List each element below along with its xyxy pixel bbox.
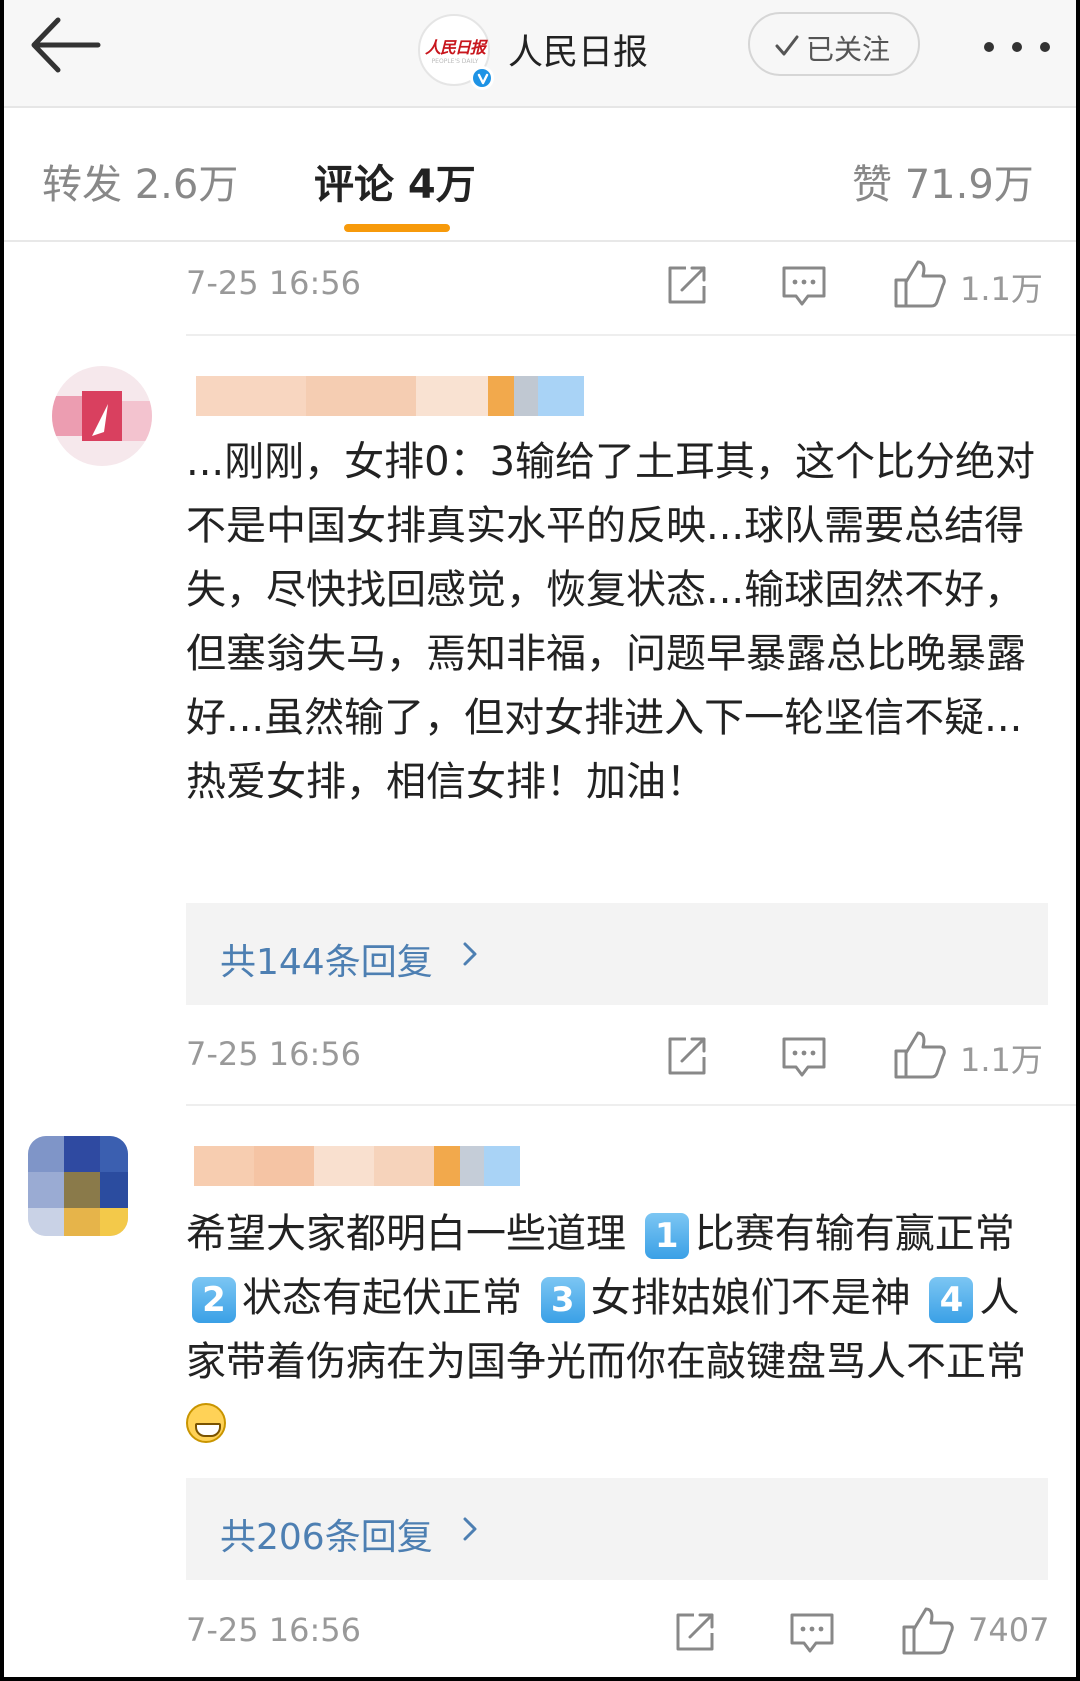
account-avatar[interactable]: 人民日报 PEOPLE'S DAILY: [418, 14, 494, 90]
logo-subtext: PEOPLE'S DAILY: [431, 58, 479, 65]
comment-time: 7-25 16:56: [186, 1611, 362, 1649]
comment-icon: [782, 1037, 826, 1077]
like-count: 1.1万: [960, 270, 1043, 308]
comment-meta-row: 7-25 16:56 1.1万: [4, 256, 1076, 316]
comment-button[interactable]: [788, 1611, 836, 1655]
like-count: 1.1万: [960, 1041, 1043, 1079]
comment-time: 7-25 16:56: [186, 1035, 362, 1073]
like-button[interactable]: [892, 1029, 948, 1081]
number-3-emoji: 3: [540, 1277, 585, 1323]
follow-button[interactable]: 已关注: [748, 12, 920, 76]
like-icon: [902, 1607, 954, 1655]
comment-text: 希望大家都明白一些道理 1 比赛有输有赢正常 2 状态有起伏正常 3 女排姑娘们不是神…: [186, 1202, 1046, 1462]
checkmark-icon: [775, 35, 799, 56]
active-tab-indicator: [344, 224, 450, 232]
tab-bar: 转发 2.6万 评论 4万 赞 71.9万: [4, 110, 1076, 242]
more-button[interactable]: [976, 28, 1056, 64]
comment-text-part: 比赛有输有赢正常: [694, 1211, 1015, 1257]
grinning-face-icon: [186, 1403, 226, 1443]
back-button[interactable]: [26, 14, 106, 78]
comment-meta-row: 7-25 16:56 1.1万: [4, 1027, 1076, 1087]
comment-time: 7-25 16:56: [186, 264, 362, 302]
commenter-name-blurred[interactable]: [194, 1146, 520, 1186]
comment-icon: [782, 266, 826, 306]
share-icon: [668, 1037, 706, 1075]
tab-comments[interactable]: 评论 4万: [314, 152, 476, 210]
comment-button[interactable]: [780, 1035, 828, 1079]
like-icon: [894, 260, 946, 308]
comment-text-part: 希望大家都明白一些道理: [186, 1211, 626, 1257]
number-4-emoji: 4: [929, 1277, 974, 1323]
app-screen: 人民日报 PEOPLE'S DAILY 人民日报 已关注 转发 2.6万 评论 …: [4, 0, 1076, 1677]
top-bar: 人民日报 PEOPLE'S DAILY 人民日报 已关注: [4, 0, 1076, 108]
number-1-emoji: 1: [644, 1213, 689, 1259]
chevron-right-icon: [463, 1517, 477, 1541]
share-icon: [668, 266, 706, 304]
comment-text: ...刚刚，女排0：3输给了土耳其，这个比分绝对不是中国女排真实水平的反映...…: [186, 439, 1036, 805]
comment-divider: [186, 334, 1076, 336]
commenter-avatar[interactable]: [28, 1136, 128, 1236]
tab-repost[interactable]: 转发 2.6万: [42, 152, 238, 210]
share-icon: [676, 1613, 714, 1651]
reply-count: 共206条回复: [220, 1517, 433, 1558]
follow-label: 已关注: [806, 33, 891, 66]
view-replies-button[interactable]: 共206条回复: [186, 1478, 1048, 1580]
reply-count: 共144条回复: [220, 942, 433, 983]
comment-meta-row: 7-25 16:56 7407: [4, 1603, 1076, 1663]
share-button[interactable]: [664, 1033, 710, 1079]
like-icon: [894, 1031, 946, 1079]
comment-button[interactable]: [780, 264, 828, 308]
comment-text-part: 女排姑娘们不是神: [590, 1275, 911, 1321]
commenter-avatar[interactable]: [52, 366, 152, 466]
back-arrow-icon: [31, 17, 101, 73]
logo-text: 人民日报: [424, 38, 486, 57]
comment-text-part: 状态有起伏正常: [242, 1275, 522, 1321]
commenter-name-blurred[interactable]: [196, 376, 584, 416]
view-replies-button[interactable]: 共144条回复: [186, 903, 1048, 1005]
account-name[interactable]: 人民日报: [508, 24, 648, 75]
chevron-right-icon: [463, 942, 477, 966]
tab-likes[interactable]: 赞 71.9万: [852, 152, 1034, 210]
comment-divider: [186, 1104, 1076, 1106]
like-button[interactable]: [900, 1605, 956, 1657]
share-button[interactable]: [672, 1609, 718, 1655]
verified-icon: [470, 66, 494, 90]
share-button[interactable]: [664, 262, 710, 308]
comment-icon: [790, 1613, 834, 1653]
like-button[interactable]: [892, 258, 948, 310]
like-count: 7407: [968, 1611, 1050, 1649]
number-2-emoji: 2: [192, 1277, 236, 1323]
